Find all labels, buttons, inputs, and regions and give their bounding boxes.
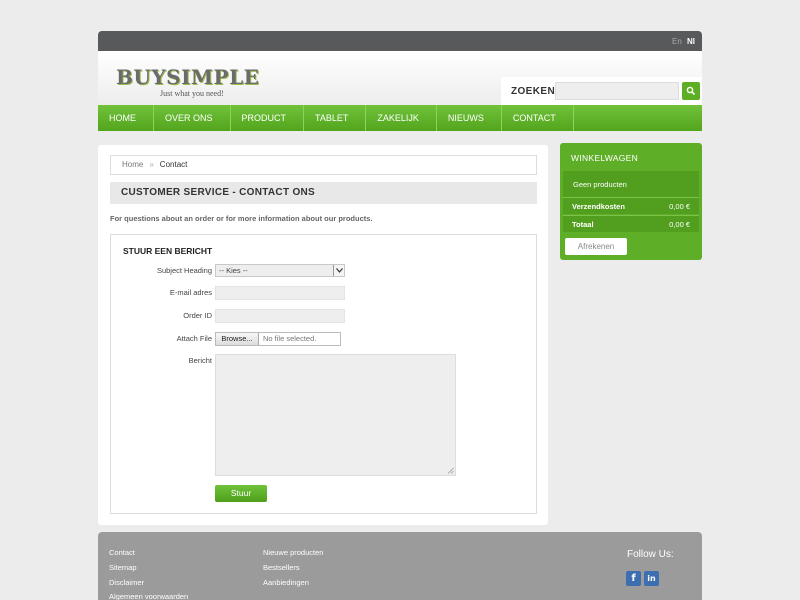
search-label: ZOEKEN [511,86,556,97]
subject-selected-value: -- Kies -- [219,266,248,275]
site-header: BUYSIMPLE Just what you need! ZOEKEN [98,51,702,105]
checkout-button[interactable]: Afrekenen [565,238,627,255]
footer-link-new-products[interactable]: Nieuwe producten [263,548,323,557]
breadcrumb-separator: » [149,160,154,169]
nav-item-zakelijk[interactable]: ZAKELIJK [366,105,437,131]
attach-file-input[interactable]: Browse... No file selected. [215,332,341,346]
cart-shipping-row: Verzendkosten 0,00 € [563,197,699,214]
order-id-field[interactable] [215,309,345,323]
site-tagline: Just what you need! [160,89,224,98]
nav-item-home[interactable]: HOME [98,105,154,131]
email-label: E-mail adres [169,288,212,297]
breadcrumb-current: Contact [159,160,188,169]
language-en-link[interactable]: En [672,37,682,46]
shipping-label: Verzendkosten [572,202,625,211]
site-footer: Contact Sitemap Disclaimer Algemeen voor… [98,532,702,600]
cart-empty-text: Geen producten [573,180,627,189]
linkedin-icon[interactable]: in [644,571,659,586]
facebook-icon[interactable]: f [626,571,641,586]
attach-file-label: Attach File [176,334,212,343]
email-field[interactable] [215,286,345,300]
resize-handle-icon[interactable] [447,467,454,474]
order-id-label: Order ID [183,311,212,320]
nav-item-product[interactable]: PRODUCT [231,105,305,131]
footer-link-contact[interactable]: Contact [109,548,135,557]
subject-select[interactable]: -- Kies -- [215,264,345,277]
browse-button[interactable]: Browse... [216,333,259,345]
footer-link-disclaimer[interactable]: Disclaimer [109,578,144,587]
submit-button[interactable]: Stuur [215,485,267,502]
cart-products-row: Geen producten [563,171,699,197]
subject-label: Subject Heading [156,266,212,275]
form-heading: STUUR EEN BERICHT [123,246,213,256]
footer-link-terms[interactable]: Algemeen voorwaarden [109,592,188,600]
top-bar: En Nl [98,31,702,51]
breadcrumb-home-link[interactable]: Home [122,160,143,169]
shipping-value: 0,00 € [669,202,690,211]
search-area: ZOEKEN [501,77,702,105]
message-label: Bericht [188,356,212,365]
footer-link-offers[interactable]: Aanbiedingen [263,578,309,587]
contact-form: STUUR EEN BERICHT Subject Heading -- Kie… [110,234,537,514]
chevron-down-icon [333,265,344,276]
file-status: No file selected. [263,334,317,343]
message-textarea[interactable] [215,354,456,476]
nav-item-over-ons[interactable]: OVER ONS [154,105,231,131]
footer-link-bestsellers[interactable]: Bestsellers [263,563,300,572]
page-intro: For questions about an order or for more… [110,214,373,223]
search-input[interactable] [555,82,679,100]
cart-total-row: Totaal 0,00 € [563,215,699,232]
search-button[interactable] [682,82,700,100]
cart-title: WINKELWAGEN [571,153,639,163]
page-title: CUSTOMER SERVICE - CONTACT ONS [110,182,537,204]
language-nl-link[interactable]: Nl [687,37,695,46]
site-logo[interactable]: BUYSIMPLE [116,65,259,89]
search-icon [686,86,696,96]
shopping-cart: WINKELWAGEN Geen producten Verzendkosten… [560,143,702,260]
follow-us-label: Follow Us: [627,549,674,560]
total-label: Totaal [572,220,594,229]
main-content: Home » Contact CUSTOMER SERVICE - CONTACT … [98,145,548,525]
footer-link-sitemap[interactable]: Sitemap [109,563,137,572]
total-value: 0,00 € [669,220,690,229]
nav-item-nieuws[interactable]: NIEUWS [437,105,502,131]
nav-item-contact[interactable]: CONTACT [502,105,574,131]
main-navigation: HOME OVER ONS PRODUCT TABLET ZAKELIJK NI… [98,105,702,131]
breadcrumb: Home » Contact [110,155,537,175]
nav-item-tablet[interactable]: TABLET [304,105,367,131]
